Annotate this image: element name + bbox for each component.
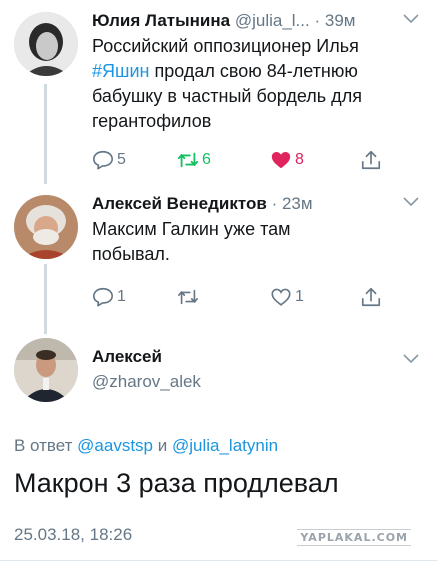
main-tweet-header: Алексей @zharov_alek [0, 338, 437, 416]
tweet-timestamp[interactable]: 25.03.18, 18:26 [14, 525, 132, 545]
main-tweet-text: Макрон 3 раза продлевал [14, 468, 339, 498]
like-button[interactable]: 1 [270, 285, 304, 309]
separator: · [314, 11, 321, 30]
separator: · [271, 194, 278, 213]
hashtag-link[interactable]: #Яшин [92, 61, 149, 81]
share-icon [361, 150, 381, 170]
chevron-down-icon[interactable] [403, 354, 419, 364]
tweet-time[interactable]: 39м [325, 11, 356, 30]
reply-to-line: В ответ @aavstsp и @julia_latynin [14, 436, 278, 456]
author-name[interactable]: Алексей [92, 347, 162, 366]
retweet-button[interactable] [177, 285, 202, 309]
reply-icon [93, 150, 113, 170]
divider [0, 560, 437, 561]
heart-icon [271, 152, 291, 169]
share-button[interactable] [360, 148, 385, 172]
tweet-1[interactable]: Юлия Латынина @julia_l... · 39м Российск… [0, 10, 437, 180]
tweet-actions: 5 6 8 [92, 148, 392, 172]
tweet-actions: 1 1 [92, 285, 392, 309]
tweet-time[interactable]: 23м [282, 194, 313, 213]
reply-button[interactable]: 5 [92, 148, 126, 172]
avatar[interactable] [14, 338, 78, 402]
reply-count: 5 [117, 151, 126, 168]
author-handle[interactable]: @zharov_alek [92, 372, 201, 391]
retweet-button[interactable]: 6 [177, 148, 211, 172]
reply-icon [93, 287, 113, 307]
like-count: 8 [295, 151, 304, 168]
reply-user-link[interactable]: @julia_latynin [172, 436, 278, 455]
author-name[interactable]: Юлия Латынина [92, 11, 230, 30]
heart-icon [271, 288, 291, 306]
author-name[interactable]: Алексей Венедиктов [92, 194, 267, 213]
retweet-icon [178, 289, 198, 305]
share-button[interactable] [360, 285, 385, 309]
tweet-text: Российский оппозиционер Илья #Яшин прода… [92, 34, 412, 134]
tweet-header: Юлия Латынина @julia_l... · 39м [92, 10, 355, 32]
tweet-2[interactable]: Алексей Венедиктов · 23м Максим Галкин у… [0, 193, 437, 313]
avatar[interactable] [14, 195, 78, 259]
author-handle-line: @zharov_alek [92, 371, 201, 393]
reply-button[interactable]: 1 [92, 285, 126, 309]
share-icon [361, 287, 381, 307]
reply-and: и [153, 436, 172, 455]
tweet-text: Максим Галкин уже там побывал. [92, 219, 291, 264]
author-handle[interactable]: @julia_l... [235, 11, 310, 30]
chevron-down-icon[interactable] [403, 197, 419, 207]
avatar[interactable] [14, 12, 78, 76]
reply-user-link[interactable]: @aavstsp [77, 436, 153, 455]
retweet-icon [177, 152, 199, 168]
chevron-down-icon[interactable] [403, 14, 419, 24]
reply-count: 1 [117, 288, 126, 305]
reply-prefix: В ответ [14, 436, 78, 455]
retweet-count: 6 [202, 151, 211, 168]
text-segment: Российский оппозиционер Илья [92, 36, 359, 56]
like-button[interactable]: 8 [270, 148, 304, 172]
watermark: YAPLAKAL.COM [297, 529, 411, 546]
author-header: Алексей [92, 346, 162, 368]
tweet-header: Алексей Венедиктов · 23м [92, 193, 313, 215]
like-count: 1 [295, 288, 304, 305]
